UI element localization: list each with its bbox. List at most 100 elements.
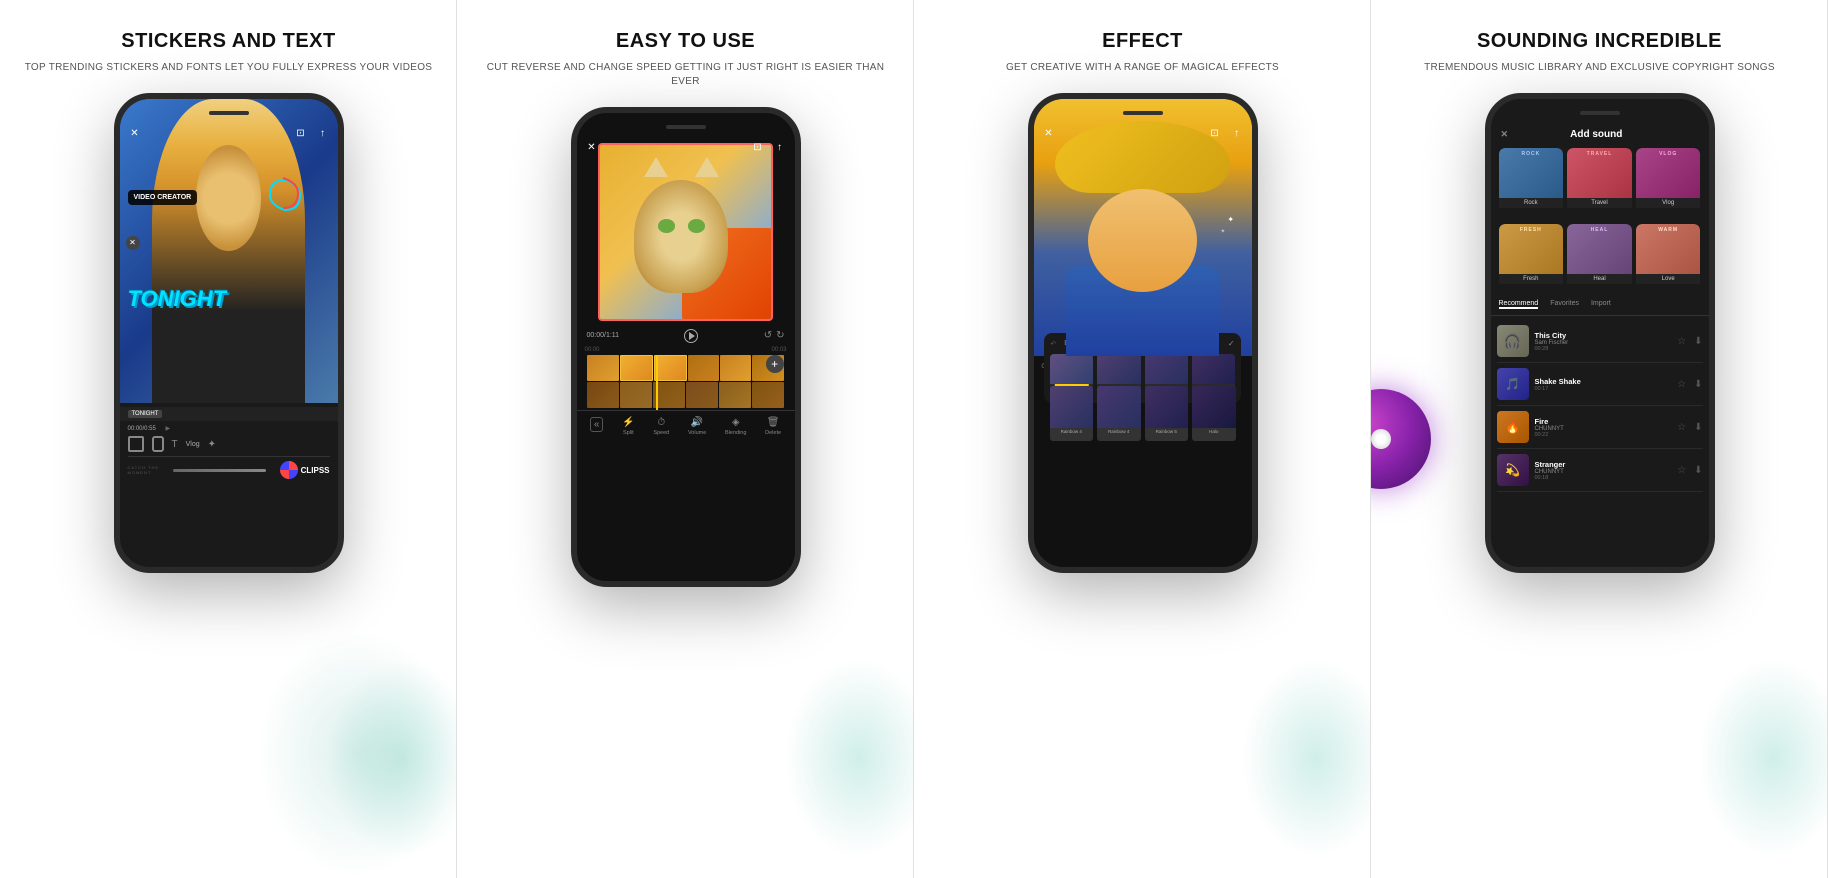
tool-speed-btn[interactable]: ⏱ Speed	[653, 417, 669, 436]
tool-split-btn[interactable]: ⚡ Split	[622, 417, 634, 436]
person-head	[196, 145, 261, 251]
favorite-icon-1[interactable]: ☆	[1677, 336, 1686, 347]
genre-rock[interactable]: ROCK Rock	[1499, 148, 1564, 218]
tool-vlog[interactable]: Vlog	[186, 441, 200, 448]
tool-phone[interactable]	[152, 436, 164, 452]
genre-rock-thumb: ROCK	[1499, 148, 1564, 198]
effect-rainbow4a[interactable]: Rainbow 4	[1050, 386, 1094, 441]
tool-square[interactable]	[128, 436, 144, 452]
video-creator-badge: VIDEO CREATOR	[128, 190, 198, 205]
split-label: Split	[623, 430, 634, 436]
download-icon-4[interactable]: ⬇	[1694, 465, 1702, 476]
song-thumb-1: 🎧	[1497, 325, 1529, 357]
effect-thumb-6	[1097, 386, 1141, 427]
cat-video-preview	[598, 143, 772, 321]
close-icon-1[interactable]: ✕	[128, 126, 142, 140]
tonight-text-overlay: TONIGHT	[128, 286, 227, 312]
effect-rainbow5[interactable]: Rainbow 5	[1145, 386, 1189, 441]
stickers-controls: TONIGHT 00:00/0:55 ▶ T	[120, 403, 338, 567]
song-title-2: Shake Shake	[1535, 377, 1672, 386]
genre-heal-label-img: HEAL	[1591, 227, 1609, 233]
sparkle-1: ✦	[1227, 215, 1234, 224]
panel-effect-title: EFFECT	[1102, 30, 1183, 53]
phone-screen-stickers: ✕ ⊡ ↑ VIDEO CREATOR	[120, 99, 338, 567]
tab-favorites[interactable]: Favorites	[1550, 300, 1579, 309]
favorite-icon-3[interactable]: ☆	[1677, 422, 1686, 433]
tool-back-btn[interactable]: «	[590, 417, 604, 436]
add-clip-button[interactable]: +	[766, 355, 784, 373]
tab-import[interactable]: Import	[1591, 300, 1611, 309]
genre-heal-label: Heal	[1567, 274, 1632, 284]
genre-vlog-label-img: VLOG	[1659, 151, 1677, 157]
music-tabs: Recommend Favorites Import	[1491, 300, 1709, 316]
genre-travel[interactable]: TRAVEL Travel	[1567, 148, 1632, 218]
timeline-ruler: 00:00 00:03	[577, 347, 795, 355]
genre-love[interactable]: WARM Love	[1636, 224, 1701, 294]
tool-blending-btn[interactable]: ◈ Blending	[725, 417, 746, 436]
cat-face	[634, 180, 728, 293]
fullscreen-icon-3[interactable]: ⊡	[1208, 126, 1222, 140]
song-thumb-2: 🎵	[1497, 368, 1529, 400]
genre-heal[interactable]: HEAL Heal	[1567, 224, 1632, 294]
remove-sticker-btn[interactable]: ✕	[126, 236, 140, 250]
tool-delete-btn[interactable]: 🗑 Delete	[765, 417, 781, 436]
favorite-icon-2[interactable]: ☆	[1677, 379, 1686, 390]
effect-back-icon[interactable]: ↶	[1050, 340, 1056, 348]
back-icon: «	[590, 417, 604, 432]
bottom-tools-easy: « ⚡ Split ⏱ Speed 🔊 Volume ◈ Blending	[577, 410, 795, 442]
phone-speaker-4	[1580, 111, 1620, 115]
undo-icon[interactable]: ↺	[764, 330, 772, 341]
share-icon-2[interactable]: ↑	[773, 140, 787, 154]
song-info-3: Fire CHUNNYT 00:22	[1535, 417, 1672, 438]
volume-label: Volume	[688, 430, 706, 436]
share-icon-3[interactable]: ↑	[1230, 126, 1244, 140]
strip-cell-8	[620, 382, 652, 408]
genre-fresh[interactable]: FRESH Fresh	[1499, 224, 1564, 294]
phone-stickers: ✕ ⊡ ↑ VIDEO CREATOR	[114, 93, 344, 573]
bottom-bar-stickers: CATCH THE MOMENT CLIPSS	[128, 456, 330, 479]
cat-eye-left	[658, 219, 675, 233]
panel-stickers: STICKERS AND TEXT TOP TRENDING STICKERS …	[0, 0, 457, 878]
phone-speaker-2	[666, 125, 706, 129]
song-actions-2: ☆ ⬇	[1677, 379, 1702, 390]
play-button-easy[interactable]	[684, 329, 698, 343]
download-icon-1[interactable]: ⬇	[1694, 336, 1702, 347]
strip-cell-10	[686, 382, 718, 408]
panel-easy-subtitle: CUT REVERSE AND CHANGE SPEED GETTING IT …	[472, 61, 899, 89]
panel-sound-subtitle: TREMENDOUS MUSIC LIBRARY AND EXCLUSIVE C…	[1424, 61, 1775, 75]
close-icon-3[interactable]: ✕	[1042, 126, 1056, 140]
download-icon-2[interactable]: ⬇	[1694, 379, 1702, 390]
fullscreen-icon-2[interactable]: ⊡	[751, 140, 765, 154]
phone-icon	[152, 436, 164, 452]
cat-ear-right	[695, 157, 719, 177]
phone-easy: ✕ ⊡ ↑	[571, 107, 801, 587]
fullscreen-icon-1[interactable]: ⊡	[294, 126, 308, 140]
phone-top-bar-2	[577, 119, 795, 135]
song-duration-1: 00:28	[1535, 346, 1672, 352]
effect-check-icon[interactable]: ✓	[1228, 339, 1235, 348]
share-icon-1[interactable]: ↑	[316, 126, 330, 140]
effect-halo[interactable]: Halo	[1192, 386, 1236, 441]
square-icon	[128, 436, 144, 452]
tool-text[interactable]: T	[172, 439, 178, 450]
tool-sticker[interactable]: ✦	[208, 439, 216, 450]
download-icon-3[interactable]: ⬇	[1694, 422, 1702, 433]
effect-rainbow4b[interactable]: Rainbow 4	[1097, 386, 1141, 441]
tab-recommend[interactable]: Recommend	[1499, 300, 1539, 309]
song-actions-4: ☆ ⬇	[1677, 465, 1702, 476]
timeline-slider[interactable]	[173, 469, 266, 472]
redo-icon[interactable]: ↻	[776, 330, 784, 341]
song-thumb-3: 🔥	[1497, 411, 1529, 443]
tool-volume-btn[interactable]: 🔊 Volume	[688, 417, 706, 436]
genre-vlog[interactable]: VLOG Vlog	[1636, 148, 1701, 218]
strip-cell-12	[752, 382, 784, 408]
genre-vlog-label: Vlog	[1636, 198, 1701, 208]
close-icon-4[interactable]: ✕	[1501, 129, 1509, 140]
genre-vlog-thumb: VLOG	[1636, 148, 1701, 198]
favorite-icon-4[interactable]: ☆	[1677, 465, 1686, 476]
genre-fresh-thumb: FRESH	[1499, 224, 1564, 274]
effect-thumb-1	[1050, 354, 1093, 384]
panel-effect: EFFECT GET CREATIVE WITH A RANGE OF MAGI…	[914, 0, 1371, 878]
phone-header-stickers: ✕ ⊡ ↑	[120, 121, 338, 145]
close-icon-2[interactable]: ✕	[585, 140, 599, 154]
